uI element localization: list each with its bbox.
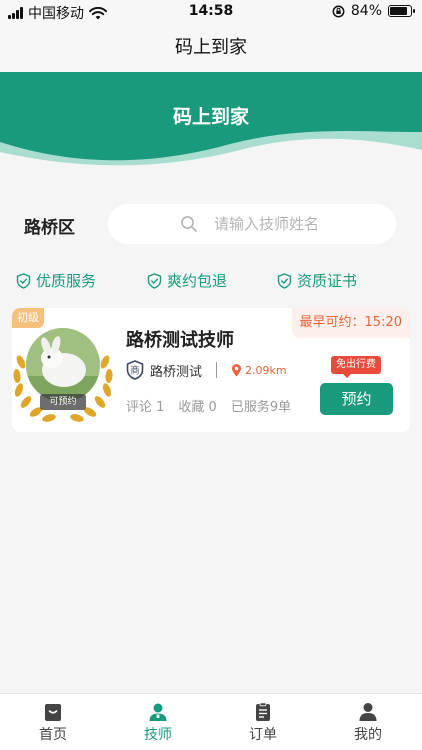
comment-count: 评论 1	[126, 400, 165, 415]
profile-icon	[359, 703, 377, 721]
rabbit-photo	[26, 328, 100, 402]
technician-icon	[149, 703, 167, 721]
distance-value: 2.09km	[245, 363, 287, 377]
feature-label: 优质服务	[36, 272, 97, 290]
tab-label: 我的	[354, 727, 382, 743]
technician-stats: 评论 1 收藏 0 已服务9单	[126, 396, 291, 415]
tab-home[interactable]: 首页	[23, 702, 83, 744]
favorite-count: 收藏 0	[178, 400, 217, 415]
tab-orders[interactable]: 订单	[233, 702, 293, 744]
tab-label: 订单	[249, 727, 277, 743]
technician-name: 路桥测试技师	[126, 330, 234, 351]
battery-icon	[388, 5, 415, 17]
feature-item: 优质服务	[16, 270, 96, 291]
search-input[interactable]	[214, 212, 384, 236]
earliest-time: 最早可约：15:20	[291, 308, 410, 338]
area-selector[interactable]: 路桥区	[24, 213, 75, 238]
feature-item: 资质证书	[277, 270, 357, 291]
shield-check-icon	[277, 272, 292, 289]
served-count: 已服务9单	[230, 400, 292, 415]
technician-card[interactable]: 初级 最早可约：15:20 可预约 路桥测试技师 商 路桥测试 2.09km 评…	[12, 308, 410, 432]
rotation-lock-icon	[332, 5, 345, 17]
search-icon	[181, 216, 197, 232]
home-icon	[45, 704, 61, 721]
feature-label: 资质证书	[297, 272, 358, 290]
search-box[interactable]	[108, 204, 396, 244]
book-button[interactable]: 预约	[320, 383, 393, 415]
free-travel-badge: 免出行费	[331, 356, 381, 378]
feature-item: 爽约包退	[147, 270, 227, 291]
avatar[interactable]: 可预约	[12, 322, 118, 428]
feature-list: 优质服务 爽约包退 资质证书	[0, 268, 422, 294]
shop-row: 商 路桥测试 2.09km	[126, 360, 287, 380]
tab-profile[interactable]: 我的	[338, 702, 398, 744]
status-bar: 中国移动 14:58 84%	[0, 0, 422, 24]
nav-title: 码上到家	[0, 24, 422, 72]
status-right: 84%	[332, 3, 415, 19]
search-row: 路桥区	[0, 200, 422, 248]
merchant-badge-icon: 商	[126, 360, 144, 380]
avatar-photo	[26, 328, 100, 402]
availability-badge: 可预约	[40, 394, 86, 410]
tab-label: 首页	[39, 727, 67, 743]
feature-label: 爽约包退	[167, 272, 228, 290]
divider	[216, 362, 218, 378]
battery-percent: 84%	[350, 3, 382, 19]
banner-title: 码上到家	[172, 106, 249, 128]
tab-bar: 首页 技师 订单 我的	[0, 693, 422, 750]
banner: 码上到家	[0, 72, 422, 172]
location-pin-icon	[232, 364, 242, 377]
shield-check-icon	[16, 272, 31, 289]
shield-check-icon	[147, 272, 162, 289]
merchant-badge-text: 商	[130, 365, 139, 377]
distance: 2.09km	[231, 363, 287, 377]
tab-label: 技师	[144, 727, 172, 743]
order-icon	[256, 702, 270, 721]
shop-name: 路桥测试	[150, 364, 203, 380]
tab-technician[interactable]: 技师	[128, 702, 188, 744]
